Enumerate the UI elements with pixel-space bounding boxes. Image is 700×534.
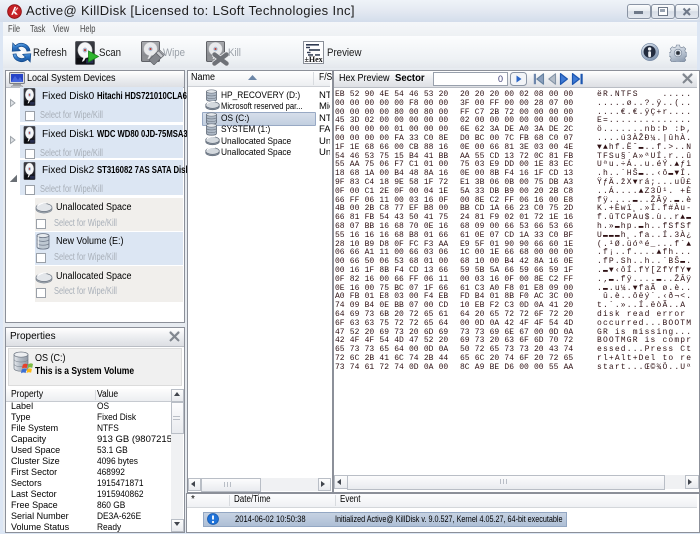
svg-text:±Hex: ±Hex [305,55,323,64]
